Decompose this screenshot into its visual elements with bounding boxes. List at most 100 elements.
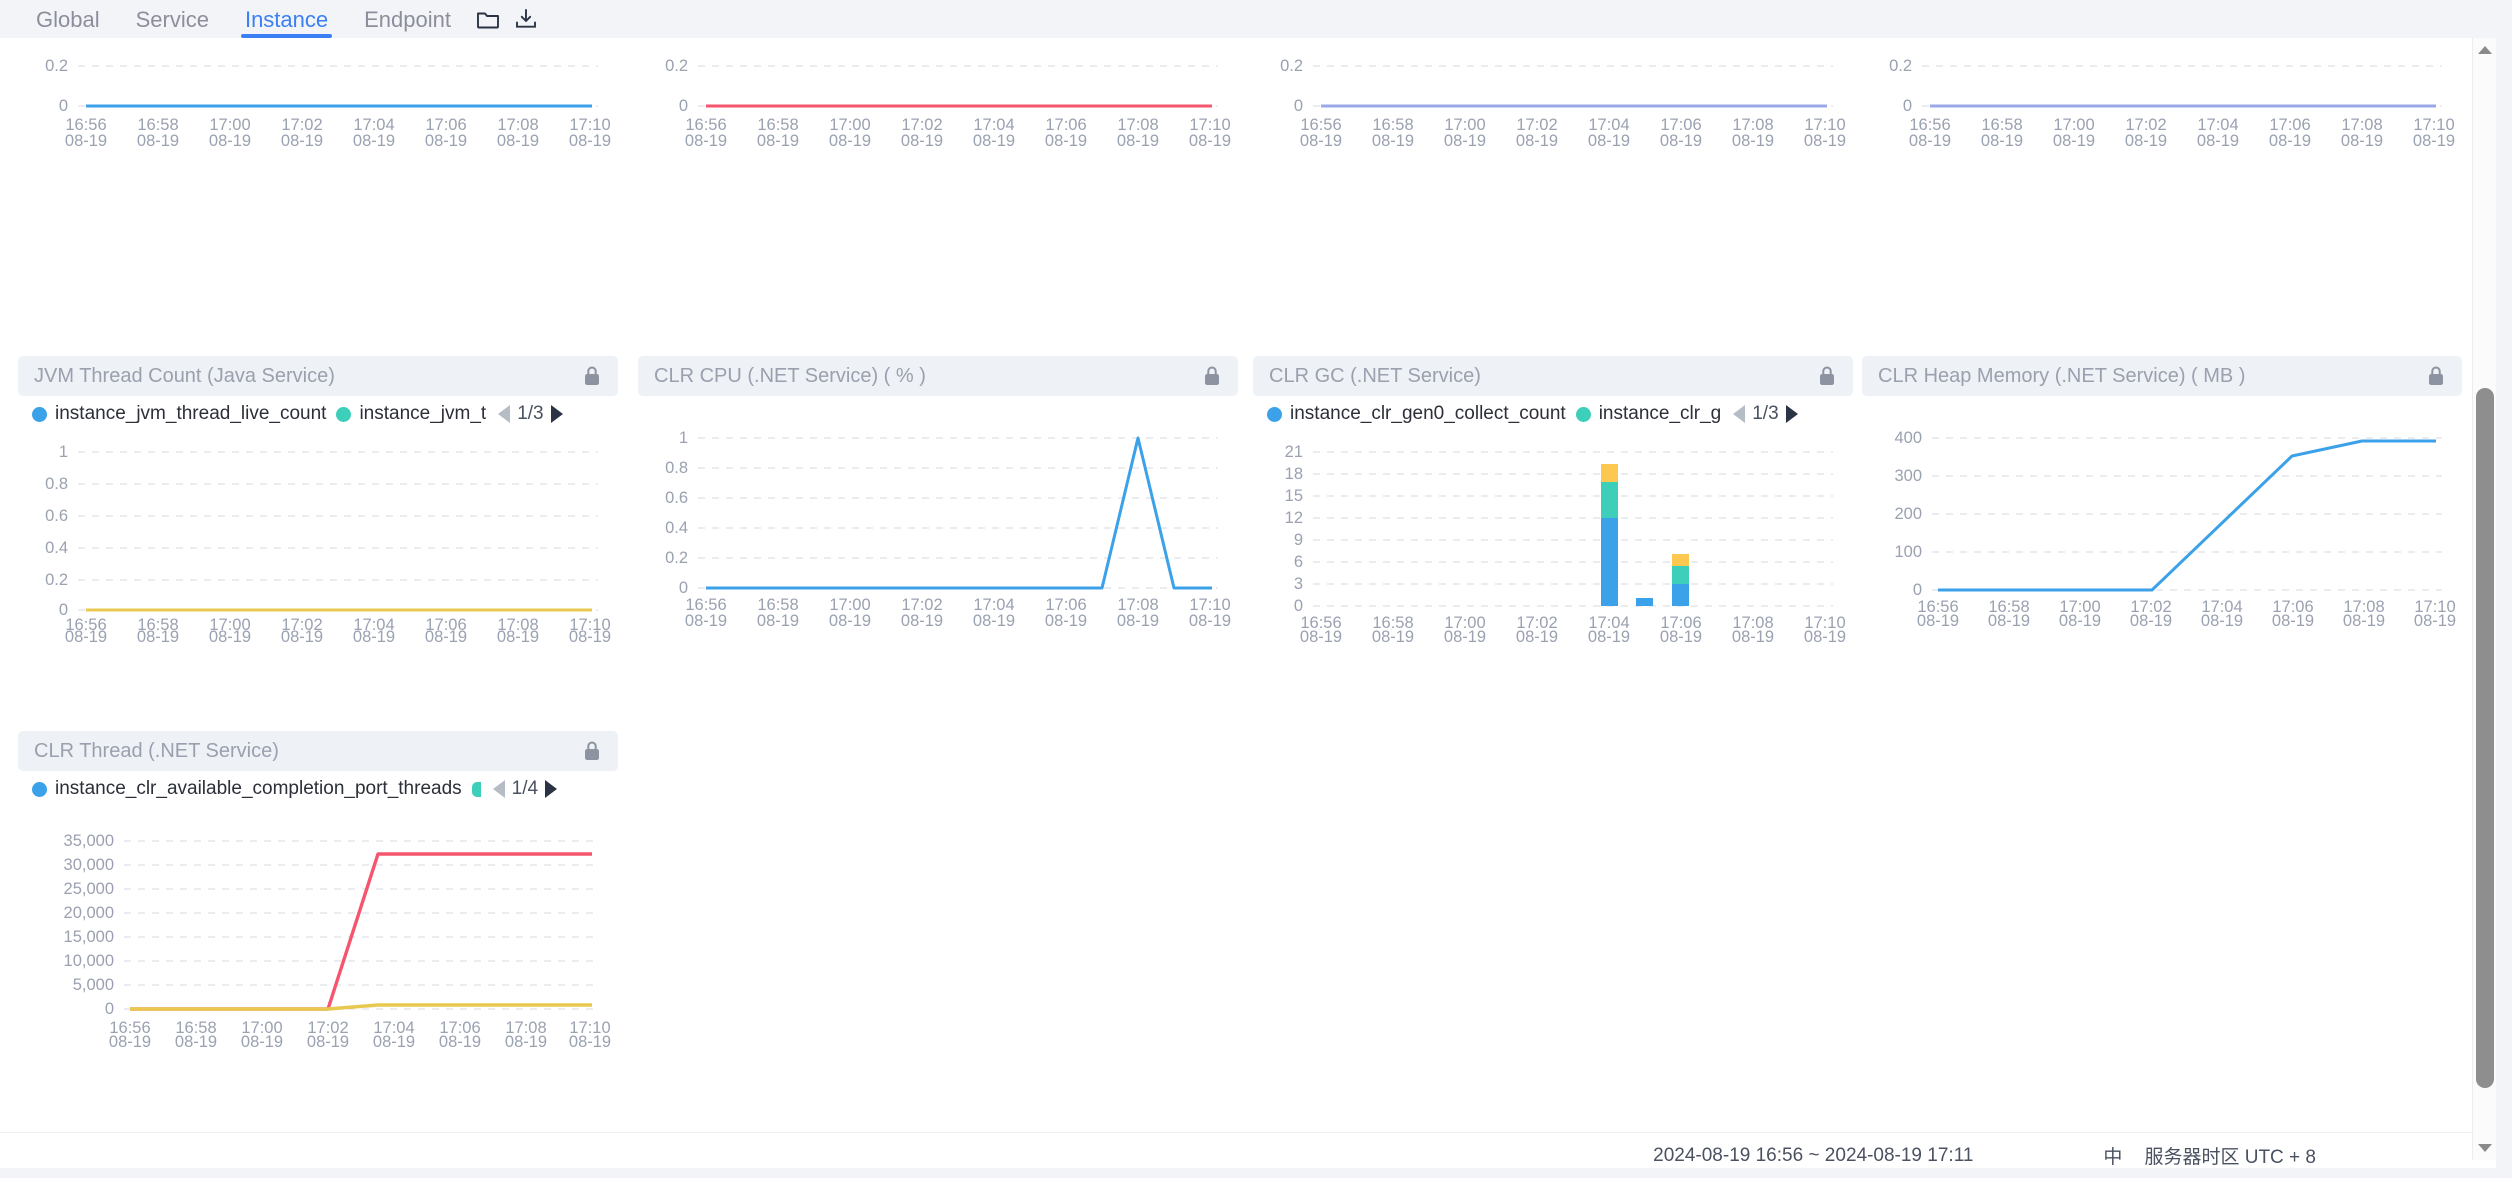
legend-item[interactable]: instance_clr_gen0_collect_count — [1267, 403, 1566, 425]
legend-item-partial[interactable] — [471, 781, 481, 797]
svg-text:08-19: 08-19 — [65, 628, 107, 646]
svg-text:08-19: 08-19 — [497, 628, 539, 646]
legend-prev-arrow-icon[interactable] — [1733, 405, 1746, 423]
legend-clr-thread: instance_clr_available_completion_port_t… — [18, 771, 618, 807]
panel-header: CLR Thread (.NET Service) — [18, 731, 618, 771]
svg-text:08-19: 08-19 — [2414, 612, 2456, 630]
nav-tab-instance[interactable]: Instance — [227, 0, 346, 38]
legend-page-number: 1/3 — [1752, 403, 1779, 424]
svg-text:10,000: 10,000 — [64, 952, 114, 970]
svg-text:1: 1 — [59, 443, 68, 461]
legend-item[interactable]: instance_jvm_thread_live_count — [32, 403, 326, 425]
chart-jvm-gc-time[interactable]: 1 0.8 0.6 0.4 0.2 0 16:56 16:58 17:00 17… — [1253, 38, 1853, 156]
download-icon[interactable] — [507, 0, 545, 38]
svg-text:08-19: 08-19 — [2201, 612, 2243, 630]
lock-icon[interactable] — [1817, 365, 1837, 387]
chart-clr-gc[interactable]: 21 18 15 12 9 6 3 0 16:56 16:58 17:00 17… — [1253, 432, 1853, 652]
svg-text:08-19: 08-19 — [2272, 612, 2314, 630]
dashboard-scroll-area[interactable]: instance_jvm_memory_heap instance_jvm_me… — [0, 38, 2496, 1132]
svg-text:0.8: 0.8 — [665, 459, 688, 477]
chart-clr-cpu[interactable]: 1 0.8 0.6 0.4 0.2 0 16:56 16:58 17:00 17… — [638, 418, 1238, 636]
svg-text:08-19: 08-19 — [281, 132, 323, 150]
svg-text:08-19: 08-19 — [973, 612, 1015, 630]
timezone-group: 中 服务器时区 UTC + 8 — [2103, 1142, 2316, 1169]
svg-text:08-19: 08-19 — [353, 628, 395, 646]
time-range-label[interactable]: 2024-08-19 16:56 ~ 2024-08-19 17:11 — [1653, 1145, 1973, 1167]
language-toggle[interactable]: 中 — [2103, 1142, 2122, 1169]
svg-text:08-19: 08-19 — [2343, 612, 2385, 630]
legend-next-arrow-icon[interactable] — [545, 780, 558, 798]
svg-text:400: 400 — [1894, 429, 1922, 447]
panel-clr-heap-memory: CLR Heap Memory (.NET Service) ( MB ) 40… — [1862, 356, 2462, 636]
svg-text:08-19: 08-19 — [973, 132, 1015, 150]
chart-jvm-gc-count[interactable]: 1 0.8 0.6 0.4 0.2 0 16:56 16:58 17:00 17… — [1862, 38, 2462, 156]
svg-text:08-19: 08-19 — [353, 132, 395, 150]
legend-dot-icon — [471, 781, 481, 797]
legend-dot-icon — [336, 406, 352, 422]
legend-prev-arrow-icon[interactable] — [498, 405, 511, 423]
svg-text:08-19: 08-19 — [1372, 132, 1414, 150]
svg-text:08-19: 08-19 — [1981, 132, 2023, 150]
lock-icon[interactable] — [582, 740, 602, 762]
svg-text:30,000: 30,000 — [64, 856, 114, 874]
svg-text:100: 100 — [1894, 543, 1922, 561]
svg-text:0.2: 0.2 — [1889, 57, 1912, 75]
svg-text:0.2: 0.2 — [45, 571, 68, 589]
lock-icon[interactable] — [1202, 365, 1222, 387]
legend-item[interactable]: instance_clr_available_completion_port_t… — [32, 778, 462, 800]
lock-icon[interactable] — [582, 365, 602, 387]
svg-text:12: 12 — [1285, 509, 1303, 527]
svg-text:08-19: 08-19 — [209, 628, 251, 646]
panel-title: CLR Heap Memory (.NET Service) ( MB ) — [1878, 364, 2246, 387]
nav-tab-service[interactable]: Service — [118, 0, 227, 38]
svg-text:08-19: 08-19 — [1917, 612, 1959, 630]
legend-label: instance_clr_available_completion_port_t… — [55, 778, 462, 799]
nav-tab-global[interactable]: Global — [18, 0, 118, 38]
legend-item[interactable]: instance_jvm_t — [336, 403, 486, 425]
legend-item[interactable]: instance_clr_g — [1575, 403, 1722, 425]
panel-title: JVM Thread Count (Java Service) — [34, 364, 335, 387]
svg-text:35,000: 35,000 — [64, 832, 114, 850]
chart-clr-thread[interactable]: 35,000 30,000 25,000 20,000 15,000 10,00… — [18, 819, 618, 1057]
svg-text:08-19: 08-19 — [65, 132, 107, 150]
panel-header: CLR CPU (.NET Service) ( % ) — [638, 356, 1238, 396]
svg-text:08-19: 08-19 — [2059, 612, 2101, 630]
legend-next-arrow-icon[interactable] — [550, 405, 563, 423]
svg-text:300: 300 — [1894, 467, 1922, 485]
legend-next-arrow-icon[interactable] — [1785, 405, 1798, 423]
svg-text:08-19: 08-19 — [569, 628, 611, 646]
legend-page-number: 1/4 — [511, 778, 539, 799]
chart-clr-heap-memory[interactable]: 400 300 200 100 0 16:56 16:58 17:00 17:0… — [1862, 418, 2462, 636]
svg-text:08-19: 08-19 — [2341, 132, 2383, 150]
svg-text:9: 9 — [1294, 531, 1303, 549]
chart-jvm-memory-heap[interactable]: 1 0.8 0.6 0.4 0.2 0 16:56 16:58 17:00 17… — [18, 38, 618, 156]
svg-text:0: 0 — [1294, 97, 1303, 115]
svg-text:08-19: 08-19 — [1588, 132, 1630, 150]
nav-tab-endpoint[interactable]: Endpoint — [346, 0, 469, 38]
svg-text:08-19: 08-19 — [1372, 628, 1414, 646]
svg-text:08-19: 08-19 — [569, 132, 611, 150]
svg-text:08-19: 08-19 — [685, 132, 727, 150]
right-page-margin — [2496, 0, 2512, 1178]
svg-text:0: 0 — [1903, 97, 1912, 115]
svg-text:08-19: 08-19 — [1732, 628, 1774, 646]
lock-icon[interactable] — [2426, 365, 2446, 387]
vertical-scrollbar[interactable] — [2472, 38, 2496, 1160]
scrollbar-thumb[interactable] — [2476, 388, 2494, 1088]
legend-label: instance_jvm_thread_live_count — [55, 403, 327, 424]
svg-text:15,000: 15,000 — [64, 928, 114, 946]
panel-clr-thread: CLR Thread (.NET Service) instance_clr_a… — [18, 731, 618, 1057]
panel-clr-gc: CLR GC (.NET Service) instance_clr_gen0_… — [1253, 356, 1853, 652]
scroll-down-arrow-icon[interactable] — [2473, 1136, 2497, 1160]
svg-text:08-19: 08-19 — [1516, 628, 1558, 646]
folder-icon[interactable] — [469, 0, 507, 38]
chart-jvm-thread-count[interactable]: 1 0.8 0.6 0.4 0.2 0 16:56 16:58 17:00 17… — [18, 432, 618, 652]
legend-label: instance_clr_g — [1598, 403, 1722, 424]
svg-text:08-19: 08-19 — [1909, 132, 1951, 150]
chart-jvm-memory-2[interactable]: 1 0.8 0.6 0.4 0.2 0 16:56 16:58 17:00 17… — [638, 38, 1238, 156]
legend-prev-arrow-icon[interactable] — [492, 780, 505, 798]
legend-label: instance_jvm_t — [359, 403, 487, 424]
svg-text:08-19: 08-19 — [373, 1033, 415, 1051]
scroll-up-arrow-icon[interactable] — [2473, 38, 2497, 62]
panel-title: CLR GC (.NET Service) — [1269, 364, 1481, 387]
